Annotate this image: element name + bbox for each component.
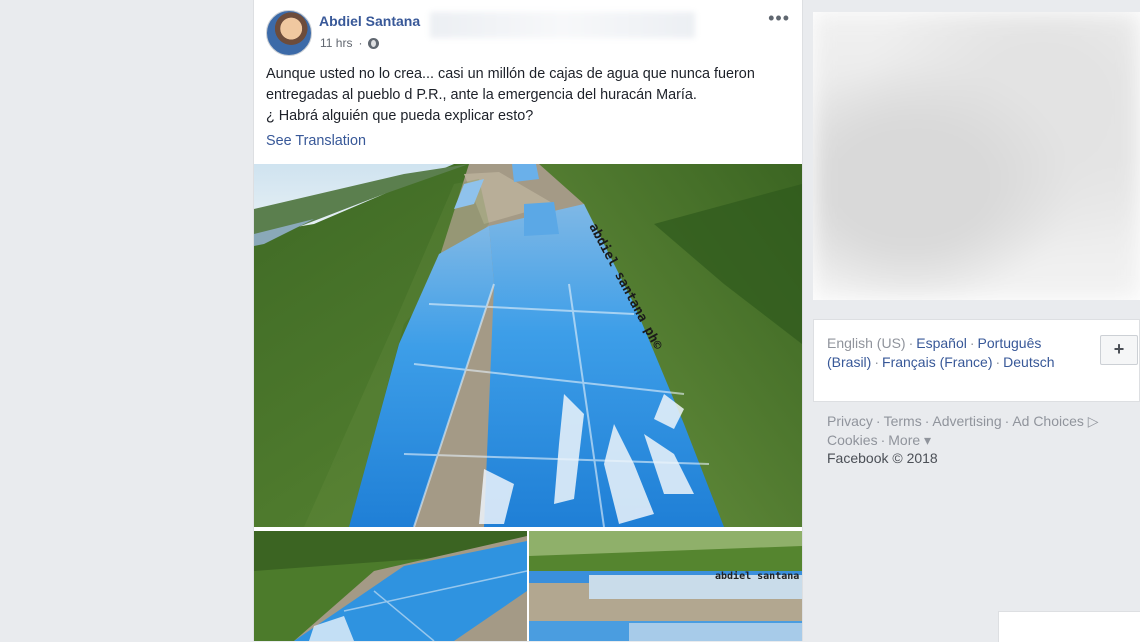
author-avatar[interactable] <box>266 10 312 56</box>
post-photo-thumb-1[interactable] <box>254 531 527 641</box>
footer-links: Privacy · Terms · Advertising · Ad Choices ▷ Co… <box>827 413 1099 448</box>
footer-link-advertising[interactable]: Advertising <box>932 413 1001 429</box>
language-option[interactable]: Deutsch <box>1003 354 1054 370</box>
footer-link-terms[interactable]: Terms <box>884 413 922 429</box>
more-options-icon[interactable]: ••• <box>768 8 790 29</box>
copyright: Facebook © 2018 <box>827 450 938 466</box>
footer-link-ad-choices[interactable]: Ad Choices ▷ <box>1012 413 1098 429</box>
language-option[interactable]: Español <box>916 335 967 351</box>
author-name[interactable]: Abdiel Santana <box>319 13 420 29</box>
aerial-photo-illustration: abdiel santana ph© <box>254 164 802 527</box>
footer-link-more[interactable]: More ▾ <box>888 432 931 448</box>
language-selector-box: English (US) · Español · Português (Brasil) ·… <box>813 319 1140 402</box>
blurred-ad-area <box>813 12 1140 300</box>
post-text-line: Aunque usted no lo crea... casi un milló… <box>266 66 755 82</box>
photo-watermark: abdiel santana p <box>715 570 802 582</box>
chat-bar[interactable] <box>998 611 1140 642</box>
post-timestamp[interactable]: 11 hrs <box>320 36 352 50</box>
post-meta: 11 hrs · <box>320 36 380 50</box>
footer-link-privacy[interactable]: Privacy <box>827 413 873 429</box>
post-card: Abdiel Santana 11 hrs · ••• Aunque usted… <box>253 0 803 641</box>
right-sidebar: English (US) · Español · Português (Brasil) ·… <box>813 0 1140 641</box>
see-translation-link[interactable]: See Translation <box>266 133 366 149</box>
separator-dot: · <box>358 36 363 50</box>
footer-link-cookies[interactable]: Cookies <box>827 432 878 448</box>
post-photo-thumb-2[interactable]: abdiel santana p <box>529 531 802 641</box>
redacted-name-area <box>430 12 695 38</box>
post-photo-main[interactable]: abdiel santana ph© <box>254 164 802 527</box>
add-language-button[interactable]: + <box>1100 335 1138 365</box>
language-current: English (US) <box>827 335 906 351</box>
globe-icon[interactable] <box>368 37 380 49</box>
post-text-line: entregadas al pueblo d P.R., ante la eme… <box>266 87 697 103</box>
language-list: English (US) · Español · Português (Brasil) ·… <box>827 335 1055 370</box>
post-text: Aunque usted no lo crea... casi un milló… <box>266 64 794 127</box>
language-option[interactable]: Français (France) <box>882 354 992 370</box>
aerial-photo-thumb-1 <box>254 531 527 641</box>
post-text-line: ¿ Habrá alguién que pueda explicar esto? <box>266 108 534 124</box>
aerial-photo-thumb-2: abdiel santana p <box>529 531 802 641</box>
